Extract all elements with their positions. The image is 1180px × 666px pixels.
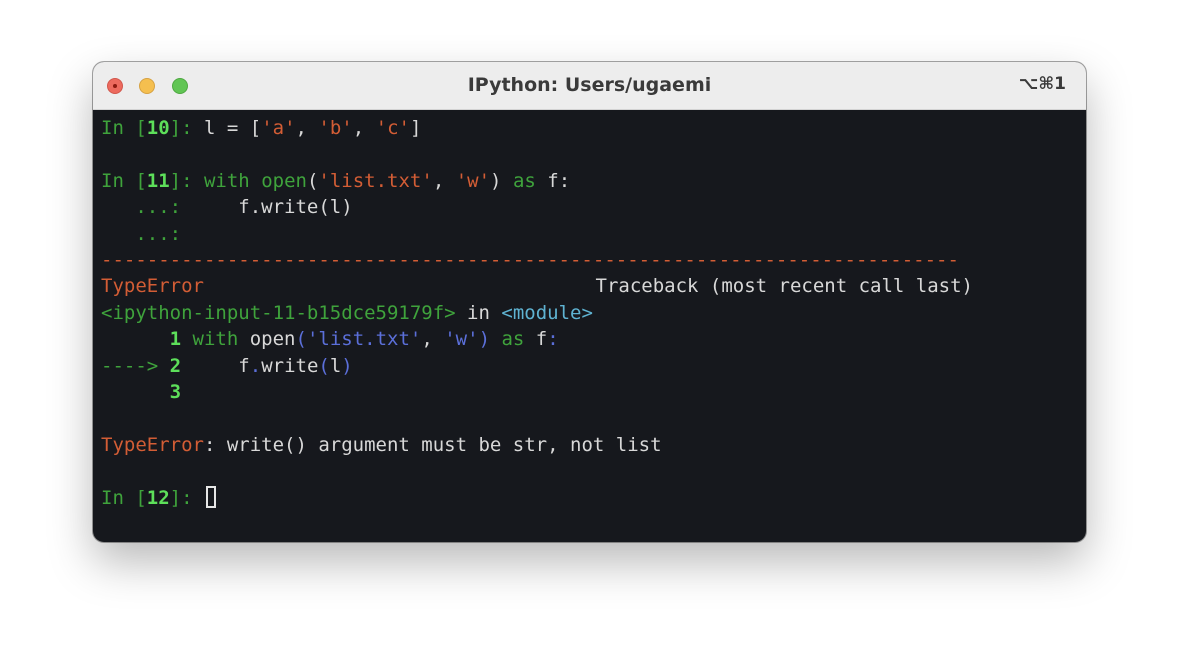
prompt-in: In [ xyxy=(101,117,147,139)
traceback-code-line-3: 3 xyxy=(101,379,181,405)
code-text: l = [ xyxy=(203,117,262,139)
paren: ) xyxy=(490,170,502,192)
exception-name: TypeError xyxy=(101,275,204,297)
prompt-number: 12 xyxy=(146,487,170,509)
continuation-prompt: ...: xyxy=(101,223,182,245)
terminal-output[interactable]: In [10]: l = ['a', 'b', 'c'] In [11]: wi… xyxy=(101,113,1086,542)
keyword-with: with xyxy=(203,170,250,192)
string-literal: 'w' xyxy=(455,170,491,192)
exception-name: TypeError xyxy=(101,434,204,456)
traceback-label: Traceback (most recent call last) xyxy=(595,275,974,297)
paren: ( xyxy=(306,170,319,192)
prompt-number: 11 xyxy=(146,170,170,192)
keyword-as: as xyxy=(501,328,525,350)
continuation-prompt: ...: xyxy=(101,196,193,218)
error-arrow: ----> xyxy=(101,355,170,377)
text-cursor[interactable] xyxy=(205,486,216,508)
string-literal: 'list.txt' xyxy=(306,328,422,350)
code-text: in xyxy=(455,302,502,324)
line-number: 2 xyxy=(169,355,182,377)
code-text: f: xyxy=(535,170,571,192)
builtin-open: open xyxy=(261,170,307,192)
prompt-number: 10 xyxy=(146,117,170,139)
colon: : xyxy=(547,328,559,350)
traceback-file: <ipython-input-11-b15dce59179f> xyxy=(101,302,456,324)
prompt-in: In [ xyxy=(101,170,147,192)
code-text: ] xyxy=(409,117,422,139)
keyword-as: as xyxy=(512,170,536,192)
traceback-header: TypeError Traceback (most recent call las… xyxy=(101,273,973,299)
prompt-close: ]: xyxy=(169,170,204,192)
traceback-separator: ----------------------------------------… xyxy=(101,249,959,271)
window-title: IPython: Users/ugaemi xyxy=(467,74,712,96)
prompt-close: ]: xyxy=(169,117,204,139)
code-text: , xyxy=(432,170,456,192)
code-text: f xyxy=(524,328,548,350)
dot-operator: . xyxy=(249,355,262,377)
traceback-module: <module> xyxy=(501,302,593,324)
paren: ) xyxy=(341,355,353,377)
input-line-12[interactable]: In [12]: xyxy=(101,485,216,511)
code-text: f xyxy=(181,355,250,377)
string-literal: 'b' xyxy=(318,117,353,139)
code-text: , xyxy=(421,328,445,350)
prompt-close: ]: xyxy=(169,487,204,509)
keyword-with: with xyxy=(192,328,239,350)
code-text: , xyxy=(352,117,376,139)
continuation-line: ...: xyxy=(101,221,181,247)
code-text: l xyxy=(329,355,342,377)
prompt-in: In [ xyxy=(101,487,147,509)
code-text: , xyxy=(295,117,319,139)
traceback-code-line-2: ----> 2 f.write(l) xyxy=(101,353,353,379)
traceback-location: <ipython-input-11-b15dce59179f> in <modu… xyxy=(101,300,593,326)
terminal-window: IPython: Users/ugaemi ⌥⌘1 In [10]: l = [… xyxy=(93,62,1086,542)
input-line-11: In [11]: with open('list.txt', 'w') as f… xyxy=(101,168,570,194)
code-text: f.write(l) xyxy=(192,196,353,218)
string-literal: 'a' xyxy=(261,117,296,139)
exception-message: : write() argument must be str, not list xyxy=(203,434,662,456)
code-text: write xyxy=(261,355,319,377)
line-number: 3 xyxy=(101,381,182,403)
tab-shortcut-label: ⌥⌘1 xyxy=(1018,74,1066,94)
string-literal: 'w' xyxy=(444,328,479,350)
error-message: TypeError: write() argument must be str,… xyxy=(101,432,662,458)
input-line-10: In [10]: l = ['a', 'b', 'c'] xyxy=(101,115,421,141)
title-bar[interactable]: IPython: Users/ugaemi ⌥⌘1 xyxy=(93,62,1086,110)
continuation-line: ...: f.write(l) xyxy=(101,194,353,220)
line-number: 1 xyxy=(101,328,193,350)
paren: ( xyxy=(295,328,307,350)
string-literal: 'c' xyxy=(375,117,410,139)
builtin-open: open xyxy=(249,328,296,350)
traceback-code-line-1: 1 with open('list.txt', 'w') as f: xyxy=(101,326,559,352)
paren: ) xyxy=(478,328,491,350)
string-literal: 'list.txt' xyxy=(318,170,433,192)
paren: ( xyxy=(318,355,330,377)
